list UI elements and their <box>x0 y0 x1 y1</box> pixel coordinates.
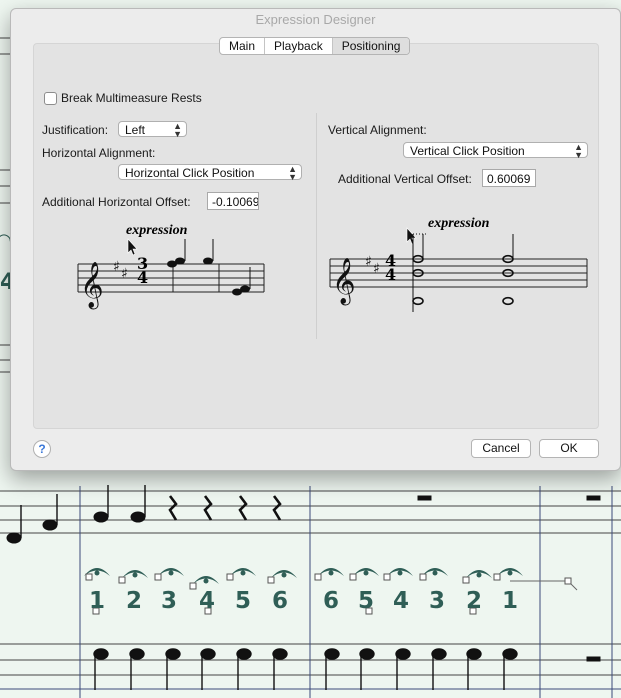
svg-text:𝄞: 𝄞 <box>80 262 104 310</box>
fingering-right-4[interactable]: 4 <box>393 588 409 614</box>
fingering-right-2[interactable]: 2 <box>466 588 482 614</box>
fingering-right-5[interactable]: 5 <box>358 588 374 614</box>
svg-text:𝄞: 𝄞 <box>332 258 356 306</box>
justification-select[interactable]: Left ▲ ▼ <box>118 121 187 139</box>
tab-positioning[interactable]: Positioning <box>332 38 410 54</box>
dialog-title: Expression Designer <box>255 12 376 27</box>
additional-horizontal-offset-label: Additional Horizontal Offset: <box>42 195 191 209</box>
horizontal-alignment-label: Horizontal Alignment: <box>42 146 156 160</box>
additional-vertical-offset-field[interactable]: 0.60069 <box>482 169 536 187</box>
tab-bar: Main Playback Positioning <box>219 37 411 55</box>
svg-text:♯: ♯ <box>373 261 380 277</box>
fingering-right-6[interactable]: 6 <box>323 588 339 614</box>
vertical-alignment-label: Vertical Alignment: <box>328 123 427 137</box>
horizontal-alignment-select[interactable]: Horizontal Click Position ▲ ▼ <box>118 164 302 182</box>
vertical-alignment-select[interactable]: Vertical Click Position ▲ ▼ <box>403 142 588 160</box>
vertical-preview-time-sig-bottom: 4 <box>385 265 397 284</box>
horizontal-preview-time-sig-bottom: 4 <box>137 268 149 287</box>
justification-value: Left <box>125 123 146 137</box>
cancel-button[interactable]: Cancel <box>471 439 531 458</box>
tab-playback[interactable]: Playback <box>265 38 333 54</box>
fingering-left-1[interactable]: 1 <box>89 588 105 614</box>
fingering-left-3[interactable]: 3 <box>161 588 177 614</box>
break-multimeasure-rests-label: Break Multimeasure Rests <box>61 91 202 105</box>
fingering-left-4[interactable]: 4 <box>199 588 215 614</box>
fingering-left-2[interactable]: 2 <box>126 588 142 614</box>
break-multimeasure-rests-checkbox[interactable] <box>44 92 57 105</box>
expression-designer-dialog: Expression Designer Main Playback Positi… <box>10 8 621 471</box>
svg-text:♯: ♯ <box>365 254 372 270</box>
panel-divider <box>316 113 317 339</box>
select-arrows-icon: ▲ ▼ <box>173 121 182 139</box>
horizontal-preview: expression 𝄞 ♯ ♯ 3 4 <box>71 219 271 319</box>
svg-text:♯: ♯ <box>121 266 128 282</box>
tab-main[interactable]: Main <box>220 38 266 54</box>
svg-text:♯: ♯ <box>113 259 120 275</box>
select-arrows-icon: ▲ ▼ <box>288 164 297 182</box>
fingering-left-6[interactable]: 6 <box>272 588 288 614</box>
additional-vertical-offset-label: Additional Vertical Offset: <box>338 172 472 186</box>
additional-horizontal-offset-field[interactable]: -0.10069 <box>207 192 259 210</box>
fingering-right-1[interactable]: 1 <box>502 588 518 614</box>
horizontal-alignment-value: Horizontal Click Position <box>125 166 255 180</box>
vertical-preview: expression 𝄞 ♯ ♯ 4 4 <box>327 214 592 324</box>
justification-label: Justification: <box>42 123 109 137</box>
fingering-left-5[interactable]: 5 <box>235 588 251 614</box>
fingering-right-3[interactable]: 3 <box>429 588 445 614</box>
vertical-alignment-value: Vertical Click Position <box>410 144 525 158</box>
ok-button[interactable]: OK <box>539 439 599 458</box>
select-arrows-icon: ▲ ▼ <box>574 142 583 160</box>
help-button[interactable]: ? <box>33 440 51 458</box>
